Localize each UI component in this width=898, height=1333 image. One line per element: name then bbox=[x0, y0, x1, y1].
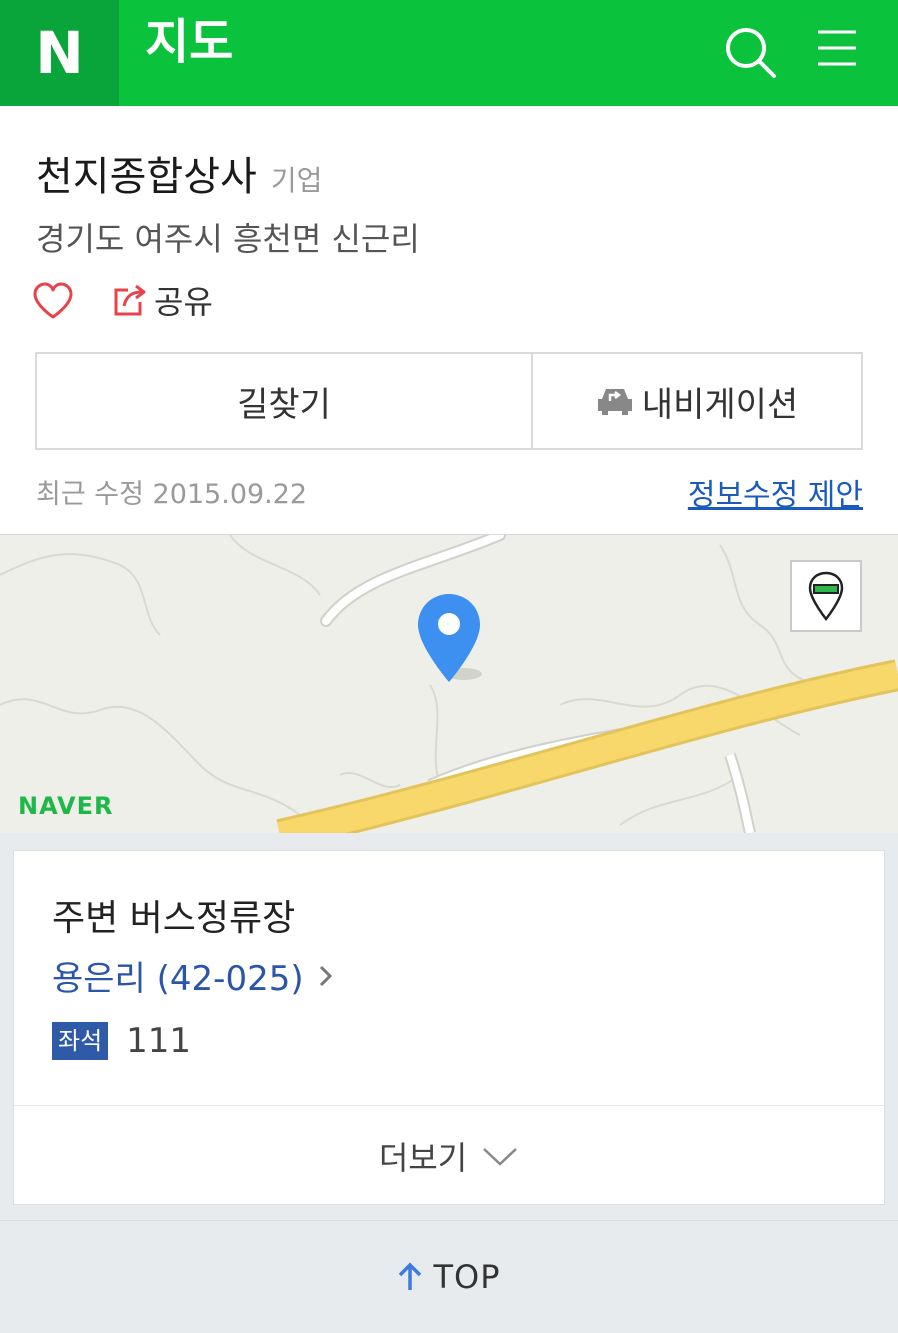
share-icon bbox=[114, 284, 146, 316]
naver-logo-button[interactable]: N bbox=[0, 0, 119, 106]
bus-stop-link[interactable]: 용은리 (42-025) bbox=[52, 951, 336, 1000]
map-pin-icon bbox=[808, 571, 844, 621]
map-naver-logo: NAVER bbox=[18, 792, 114, 820]
chevron-right-icon bbox=[319, 965, 332, 986]
scroll-top-button[interactable]: TOP bbox=[0, 1220, 898, 1333]
bus-stop-name: 용은리 (42-025) bbox=[52, 959, 304, 999]
app-header: N 지도 bbox=[0, 0, 898, 106]
place-name: 천지종합상사 bbox=[36, 154, 257, 200]
place-category: 기업 bbox=[270, 164, 323, 197]
menu-icon[interactable] bbox=[808, 22, 868, 82]
chevron-down-icon bbox=[483, 1147, 518, 1166]
heart-icon[interactable] bbox=[32, 282, 74, 320]
divider bbox=[14, 1105, 884, 1106]
share-label: 공유 bbox=[154, 283, 213, 321]
top-label: TOP bbox=[433, 1258, 501, 1296]
location-pin-icon[interactable] bbox=[414, 592, 484, 684]
map-view[interactable] bbox=[0, 535, 898, 833]
more-label: 더보기 bbox=[378, 1138, 468, 1177]
seat-bus-badge: 좌석 bbox=[52, 1022, 109, 1060]
bus-route-row: 좌석 111 bbox=[52, 1021, 191, 1061]
navigation-button[interactable]: 내비게이션 bbox=[533, 354, 861, 448]
place-title-row: 천지종합상사 기업 bbox=[36, 144, 322, 202]
updated-date: 최근 수정 2015.09.22 bbox=[36, 479, 308, 510]
search-icon[interactable] bbox=[720, 22, 780, 82]
share-button[interactable]: 공유 bbox=[112, 278, 213, 322]
navigation-label: 내비게이션 bbox=[641, 384, 799, 425]
nearby-bus-stops-card: 주변 버스정류장 용은리 (42-025) 좌석 111 더보기 bbox=[13, 850, 885, 1205]
place-info-card: 천지종합상사 기업 경기도 여주시 흥천면 신근리 공유 길찾기 내비게이션 최근… bbox=[0, 106, 898, 535]
route-button[interactable]: 길찾기 bbox=[37, 354, 533, 448]
more-button[interactable]: 더보기 bbox=[14, 1107, 884, 1204]
suggest-edit-link[interactable]: 정보수정 제안 bbox=[688, 470, 863, 514]
place-address: 경기도 여주시 흥천면 신근리 bbox=[36, 220, 420, 258]
naver-logo: N bbox=[35, 19, 84, 87]
bus-route-number[interactable]: 111 bbox=[126, 1021, 191, 1061]
page-title: 지도 bbox=[145, 14, 234, 70]
map-roads bbox=[0, 535, 898, 833]
route-label: 길찾기 bbox=[237, 384, 331, 425]
bus-section-title: 주변 버스정류장 bbox=[52, 898, 296, 939]
map-locate-button[interactable] bbox=[790, 560, 862, 632]
action-buttons: 길찾기 내비게이션 bbox=[35, 352, 863, 450]
arrow-up-icon bbox=[399, 1262, 422, 1290]
car-icon bbox=[597, 389, 632, 415]
